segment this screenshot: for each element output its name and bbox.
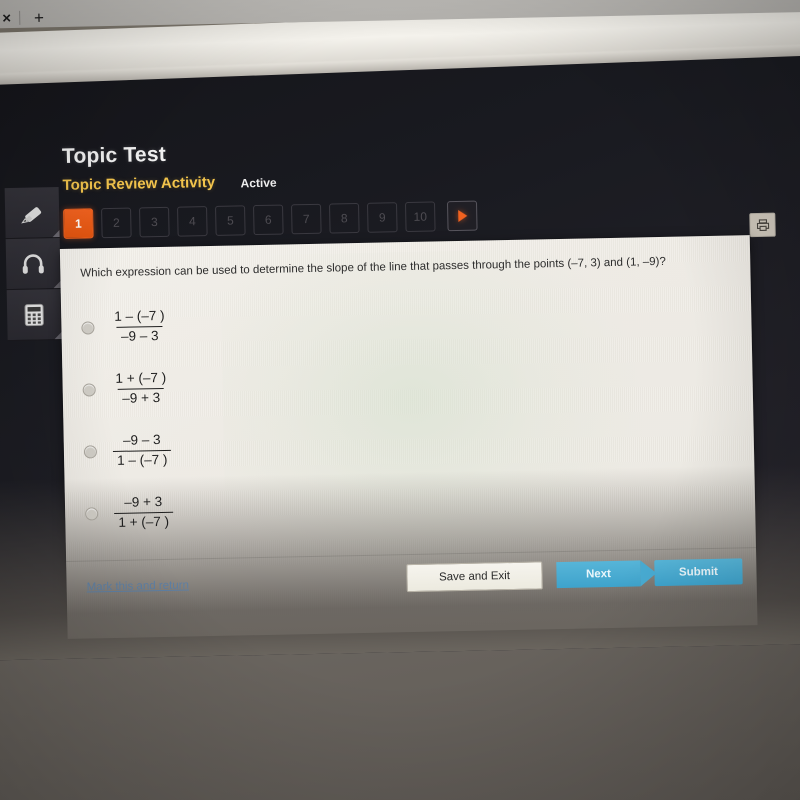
pager-item-10[interactable]: 10 [404,201,436,233]
next-button[interactable]: Next [556,560,641,589]
highlighter-icon [21,207,42,224]
mark-this-and-return-link[interactable]: Mark this and return [87,579,189,593]
answer-choices: 1 – (–7 ) –9 – 3 1 + (–7 ) –9 + 3 –9 – 3… [81,295,174,545]
tab-divider [18,10,21,25]
activity-subtitle: Topic Review Activity [62,173,216,194]
answer-option-a[interactable]: 1 – (–7 ) –9 – 3 [81,295,170,359]
new-tab-icon[interactable]: + [34,8,44,27]
pager-item-4[interactable]: 4 [177,206,208,237]
pager-item-8[interactable]: 8 [329,202,360,234]
print-icon [756,218,769,231]
pager-item-5[interactable]: 5 [215,205,246,236]
pager-item-9[interactable]: 9 [366,202,398,233]
fraction-numerator: –9 + 3 [124,493,163,510]
fraction-a: 1 – (–7 ) –9 – 3 [110,307,169,346]
fraction-numerator: 1 + (–7 ) [115,369,167,386]
answer-option-b[interactable]: 1 + (–7 ) –9 + 3 [82,357,171,421]
status-badge: Active [240,175,277,191]
answer-option-d[interactable]: –9 + 3 1 + (–7 ) [85,481,174,545]
question-text: Which expression can be used to determin… [80,255,666,280]
fraction-denominator: 1 + (–7 ) [114,511,174,532]
radio-button-d[interactable] [85,506,99,521]
radio-button-c[interactable] [83,444,98,459]
photo-of-screen: Topic Test Topic Review Activity Active … [0,0,800,800]
question-pager: 1 2 3 4 5 6 7 8 9 10 [63,200,478,239]
tool-highlighter-button[interactable] [4,187,60,240]
fraction-numerator: –9 – 3 [122,431,161,448]
play-triangle-icon [457,209,467,223]
print-button[interactable] [749,212,776,238]
page-title: Topic Test [61,142,167,168]
radio-button-a[interactable] [81,320,95,335]
tool-calculator-button[interactable] [6,288,62,342]
fraction-d: –9 + 3 1 + (–7 ) [114,493,174,532]
fraction-numerator: 1 – (–7 ) [114,307,165,324]
tool-rail [4,187,62,342]
radio-button-b[interactable] [82,382,96,397]
pager-item-1[interactable]: 1 [63,208,94,239]
fraction-denominator: –9 – 3 [116,325,163,346]
tool-audio-button[interactable] [5,238,61,291]
pager-item-3[interactable]: 3 [139,206,170,238]
close-tab-icon[interactable]: × [2,10,11,27]
fraction-denominator: –9 + 3 [118,387,165,408]
pager-next-button[interactable] [446,200,478,232]
headphones-icon [22,254,44,274]
calculator-icon [24,303,44,327]
save-and-exit-button[interactable]: Save and Exit [406,561,543,593]
pager-item-7[interactable]: 7 [291,203,322,235]
answer-option-c[interactable]: –9 – 3 1 – (–7 ) [83,419,172,483]
fraction-c: –9 – 3 1 – (–7 ) [112,431,172,470]
fraction-denominator: 1 – (–7 ) [112,449,172,470]
submit-button[interactable]: Submit [654,558,743,587]
fraction-b: 1 + (–7 ) –9 + 3 [111,369,170,408]
browser-viewport: Topic Test Topic Review Activity Active … [0,43,800,661]
pager-item-6[interactable]: 6 [253,204,284,236]
pager-item-2[interactable]: 2 [101,207,132,239]
